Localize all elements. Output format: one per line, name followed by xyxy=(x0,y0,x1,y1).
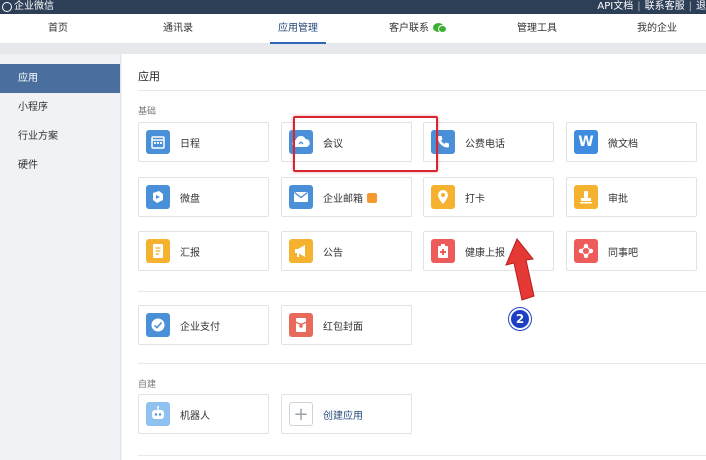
step-marker: 2 xyxy=(509,308,531,330)
pointer-arrow-icon xyxy=(505,238,535,301)
